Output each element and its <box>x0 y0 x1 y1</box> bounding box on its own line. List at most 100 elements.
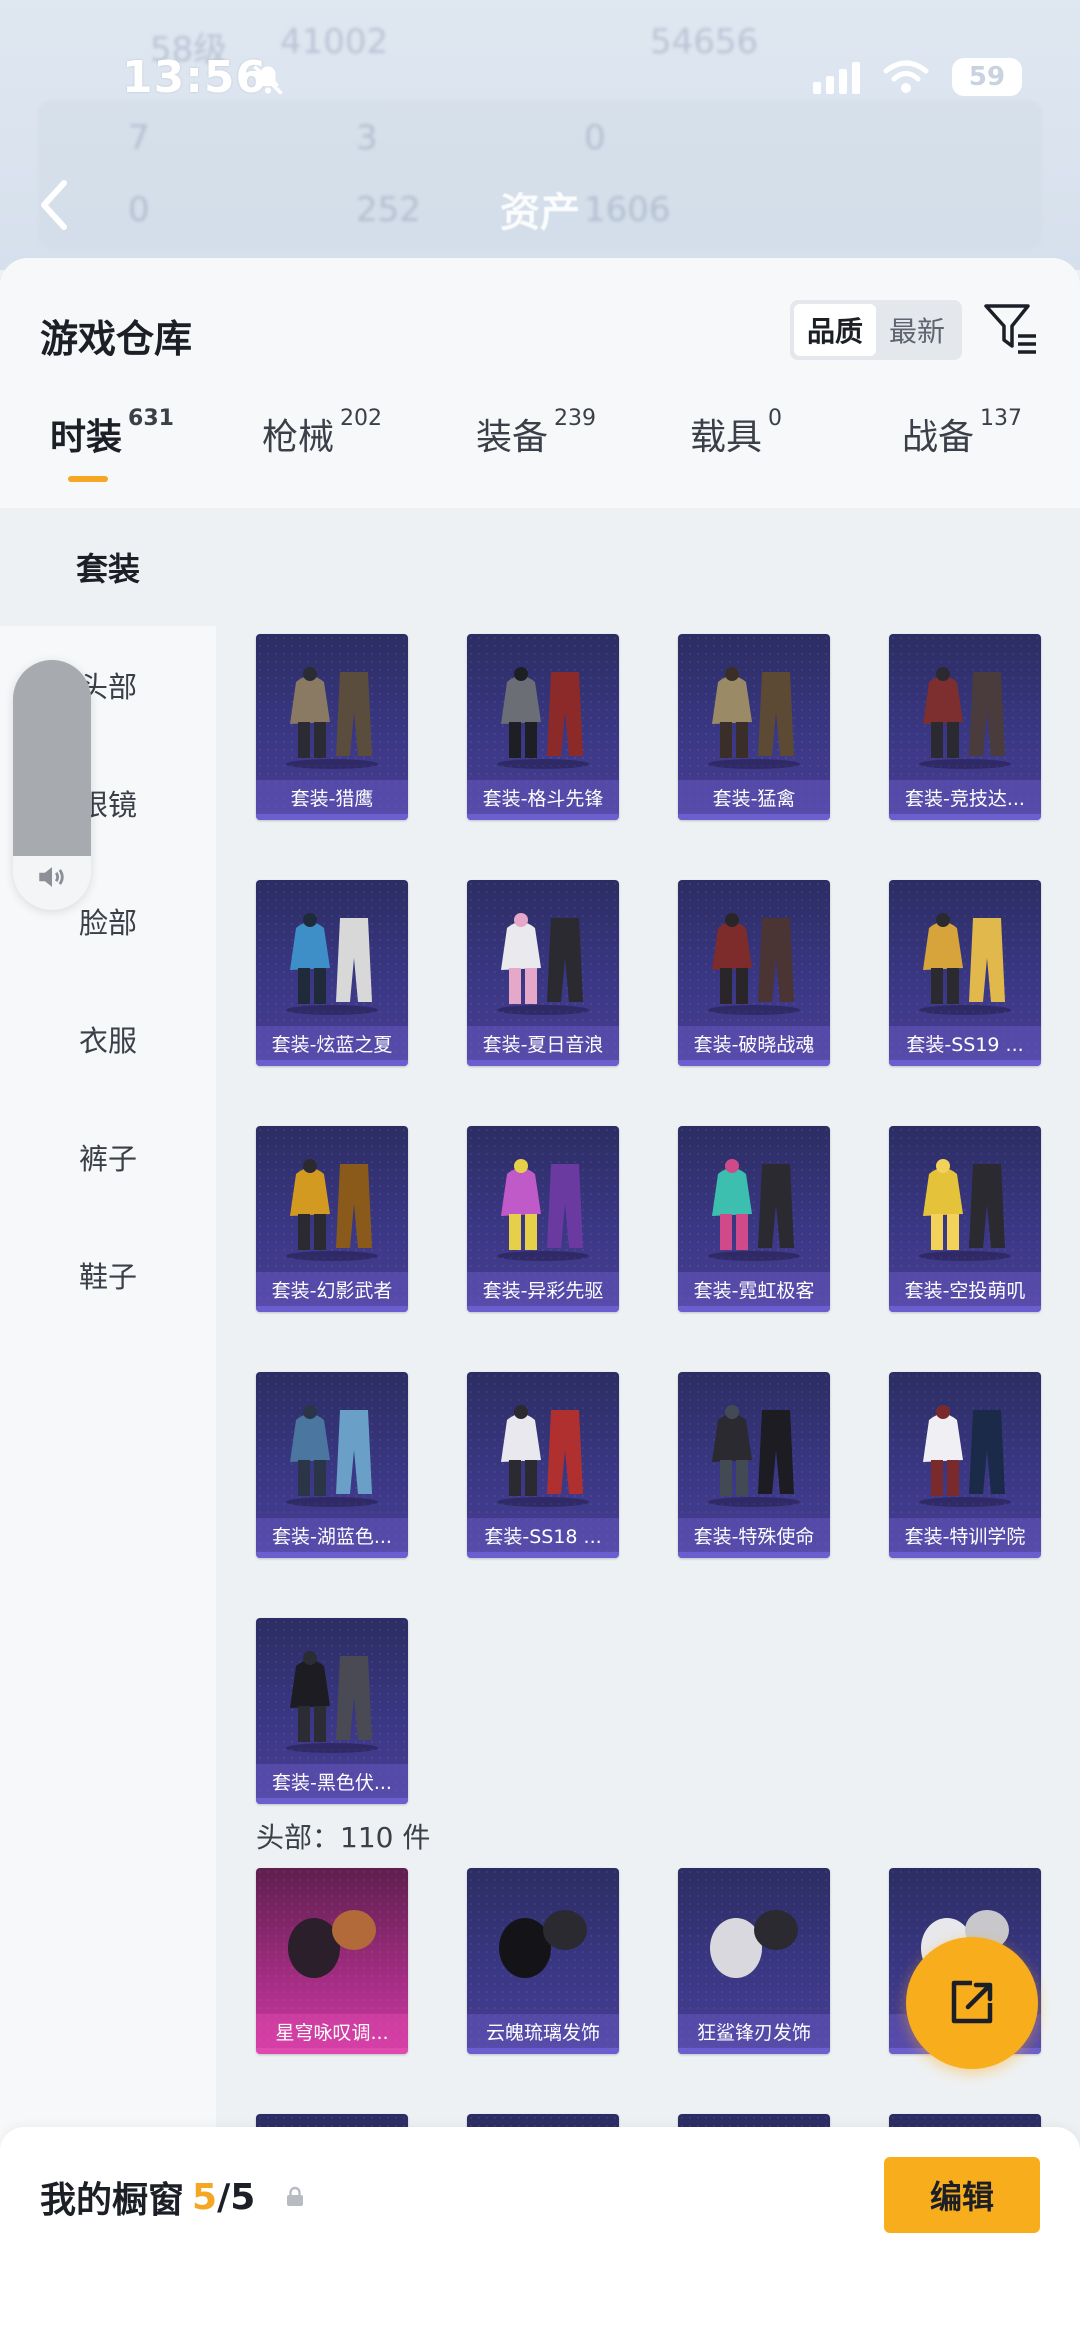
rarity-bar <box>678 1306 830 1312</box>
item-name: 套装-特殊使命 <box>678 1518 830 1552</box>
tab-vehicles[interactable]: 载具 0 <box>690 406 783 508</box>
item-thumbnail-icon <box>919 913 1011 1015</box>
item-name: 套装-空投萌叽 <box>889 1272 1041 1306</box>
tab-count: 0 <box>768 406 783 431</box>
rarity-bar <box>889 1552 1041 1558</box>
tab-count: 631 <box>128 406 174 431</box>
tab-label: 战备 <box>902 417 975 458</box>
blurred-stat: 7 <box>128 118 150 158</box>
item-name: 套装-猛禽 <box>678 780 830 814</box>
sidenav-item-pants[interactable]: 裤子 <box>0 1098 216 1216</box>
status-time: 13:56 <box>122 52 268 103</box>
rarity-bar <box>889 1060 1041 1066</box>
item-thumbnail-icon <box>919 1159 1011 1261</box>
item-name: 套装-湖蓝色... <box>256 1518 408 1552</box>
sidenav-item-suits[interactable]: 套装 <box>0 508 216 626</box>
rarity-bar <box>256 814 408 820</box>
suit-card[interactable]: 套装-炫蓝之夏 <box>256 880 408 1066</box>
active-tab-indicator <box>68 476 108 482</box>
suit-card[interactable]: 套装-猎鹰 <box>256 634 408 820</box>
item-thumbnail-icon <box>708 1405 800 1507</box>
item-name: 套装-特训学院 <box>889 1518 1041 1552</box>
warehouse-title: 游戏仓库 <box>40 317 193 361</box>
rarity-bar <box>467 814 619 820</box>
tab-supplies[interactable]: 战备 137 <box>902 406 1022 508</box>
sort-quality-option[interactable]: 品质 <box>794 304 876 356</box>
item-name: 套装-竞技达... <box>889 780 1041 814</box>
suit-card[interactable]: 套装-破晓战魂 <box>678 880 830 1066</box>
rarity-bar <box>889 1306 1041 1312</box>
item-thumbnail-icon <box>919 1405 1011 1507</box>
item-name: 套装-黑色伏... <box>256 1764 408 1798</box>
suit-card[interactable]: 套装-空投萌叽 <box>889 1126 1041 1312</box>
item-thumbnail-icon <box>286 1405 378 1507</box>
rarity-bar <box>256 1798 408 1804</box>
tab-label: 载具 <box>690 417 763 458</box>
volume-slider[interactable] <box>13 660 91 910</box>
showcase-current-count: 5 <box>192 2176 218 2218</box>
volume-level <box>13 660 91 856</box>
blurred-points-2: 54656 <box>650 22 759 62</box>
item-thumbnail-icon <box>286 1651 378 1753</box>
rarity-bar <box>256 1306 408 1312</box>
rarity-bar <box>678 1060 830 1066</box>
suit-card[interactable]: 套装-异彩先驱 <box>467 1126 619 1312</box>
status-indicators: 59 <box>813 58 1022 96</box>
rarity-bar <box>256 1060 408 1066</box>
wifi-icon <box>883 60 929 93</box>
item-thumbnail-icon <box>708 667 800 769</box>
item-thumbnail-icon <box>286 1159 378 1261</box>
suit-card[interactable]: 套装-夏日音浪 <box>467 880 619 1066</box>
head-item-card[interactable]: 星穹咏叹调... <box>256 1868 408 2054</box>
suit-card[interactable]: 套装-幻影武者 <box>256 1126 408 1312</box>
tab-fashion[interactable]: 时装 631 <box>50 406 174 508</box>
sort-newest-option[interactable]: 最新 <box>876 304 958 356</box>
suit-card[interactable]: 套装-特训学院 <box>889 1372 1041 1558</box>
sort-toggle: 品质 最新 <box>790 300 962 360</box>
item-thumbnail-icon <box>286 667 378 769</box>
suit-card[interactable]: 套装-SS19 ... <box>889 880 1041 1066</box>
volume-icon <box>39 867 64 887</box>
item-name: 狂鲨锋刃发饰 <box>678 2014 830 2048</box>
head-item-card[interactable]: 云魄琉璃发饰 <box>467 1868 619 2054</box>
suit-card[interactable]: 套装-格斗先锋 <box>467 634 619 820</box>
edit-button[interactable]: 编辑 <box>884 2157 1040 2233</box>
head-item-card[interactable]: 狂鲨锋刃发饰 <box>678 1868 830 2054</box>
rarity-bar <box>256 2048 408 2054</box>
suit-card[interactable]: 套装-SS18 ... <box>467 1372 619 1558</box>
showcase-label: 我的橱窗 <box>40 2180 185 2221</box>
item-thumbnail-icon <box>497 1159 589 1261</box>
suit-card[interactable]: 套装-猛禽 <box>678 634 830 820</box>
showcase-total-count: /5 <box>217 2176 256 2218</box>
blurred-stat: 252 <box>356 190 421 230</box>
blurred-stat: 3 <box>356 118 378 158</box>
suit-card[interactable]: 套装-特殊使命 <box>678 1372 830 1558</box>
tab-firearms[interactable]: 枪械 202 <box>262 406 383 508</box>
suit-card[interactable]: 套装-霓虹极客 <box>678 1126 830 1312</box>
item-name: 云魄琉璃发饰 <box>467 2014 619 2048</box>
item-name: 套装-格斗先锋 <box>467 780 619 814</box>
background-page-title: 资产 <box>500 190 580 236</box>
tab-count: 202 <box>340 406 383 431</box>
blurred-points: 41002 <box>280 22 389 62</box>
rarity-bar <box>467 1306 619 1312</box>
rarity-bar <box>467 1552 619 1558</box>
tab-label: 枪械 <box>262 417 335 458</box>
bell-slash-icon <box>253 65 283 95</box>
item-thumbnail-icon <box>497 913 589 1015</box>
tab-equipment[interactable]: 装备 239 <box>476 406 596 508</box>
sidenav-item-shoes[interactable]: 鞋子 <box>0 1216 216 1334</box>
filter-icon[interactable] <box>982 300 1040 358</box>
share-button[interactable] <box>906 1937 1038 2069</box>
item-thumbnail-icon <box>499 1910 587 1978</box>
blurred-stat: 1606 <box>584 190 671 230</box>
suit-card[interactable]: 套装-湖蓝色... <box>256 1372 408 1558</box>
suit-card[interactable]: 套装-竞技达... <box>889 634 1041 820</box>
item-thumbnail-icon <box>708 1159 800 1261</box>
rarity-bar <box>467 1060 619 1066</box>
item-thumbnail-icon <box>288 1910 376 1978</box>
item-thumbnail-icon <box>497 667 589 769</box>
suit-card[interactable]: 套装-黑色伏... <box>256 1618 408 1804</box>
back-arrow-icon[interactable] <box>34 175 74 235</box>
sidenav-item-clothes[interactable]: 衣服 <box>0 980 216 1098</box>
